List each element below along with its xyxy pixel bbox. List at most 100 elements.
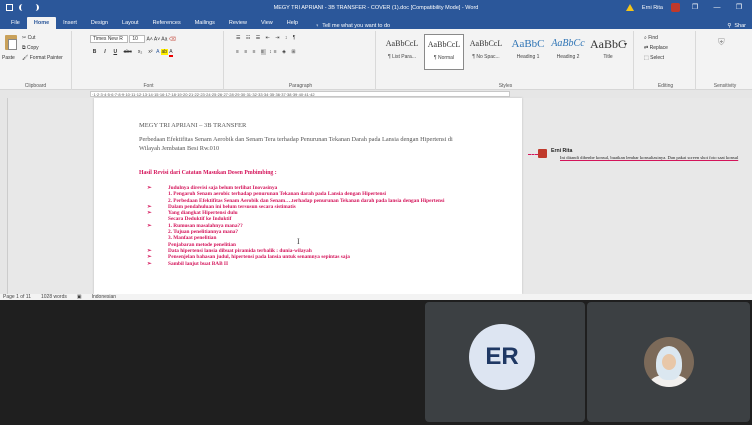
style-sample: AaBbC: [590, 37, 626, 51]
ribbon-display-button[interactable]: ❐: [688, 3, 702, 12]
tab-help[interactable]: Help: [280, 17, 305, 29]
find-label: Find: [648, 35, 658, 41]
comment-avatar: [538, 149, 547, 158]
comment-body: Ini ditandi dibenbe konsul, buatkan lemb…: [560, 155, 739, 160]
style-sample: AaBbCc: [551, 38, 585, 49]
format-painter-button[interactable]: 🖌 Format Painter: [22, 55, 63, 61]
font-group-label: Font: [143, 83, 154, 89]
tab-layout[interactable]: Layout: [115, 17, 146, 29]
style-name: ¶ Normal: [433, 55, 455, 61]
style-list-paragraph[interactable]: AaBbCcL ¶ List Para...: [382, 34, 422, 70]
shrink-font-icon[interactable]: A˅: [154, 36, 160, 42]
strikethrough-button[interactable]: abc: [121, 49, 134, 55]
tab-mailings[interactable]: Mailings: [188, 17, 222, 29]
user-avatar[interactable]: [671, 3, 680, 12]
ribbon-tabs: File Home Insert Design Layout Reference…: [0, 16, 752, 29]
participant-tile-camera[interactable]: [587, 302, 750, 422]
decrease-indent-icon[interactable]: ⇤: [266, 35, 272, 41]
style-heading-1[interactable]: AaBbC Heading 1: [508, 34, 548, 70]
clipboard-group-label: Clipboard: [24, 83, 47, 89]
align-right-icon[interactable]: ≡: [253, 49, 258, 55]
meeting-panel: ER: [0, 300, 752, 425]
revision-title: Hasil Revisi dari Catatan Masukan Dosen …: [139, 170, 277, 176]
paragraph-group: ☰ ☷ ☰ ⇤ ⇥ ↕ ¶ ≡ ≡ ≡ ≡ ↕≡ ◈ ⊞ Paragraph: [226, 31, 376, 90]
tab-references[interactable]: References: [146, 17, 188, 29]
justify-icon[interactable]: ≡: [260, 49, 266, 55]
sensitivity-group: ⛨ Sensitivity: [698, 31, 752, 90]
tab-view[interactable]: View: [254, 17, 280, 29]
change-case-icon[interactable]: Aa: [161, 36, 167, 42]
title-bar-right: Erni Rita ❐ — ❐: [625, 3, 746, 12]
text-effects-icon[interactable]: A: [156, 49, 159, 55]
tab-review[interactable]: Review: [222, 17, 254, 29]
doc-heading: MEGY TRI APRIANI – 3B TRANSFER: [139, 122, 247, 129]
warning-icon[interactable]: [625, 4, 634, 11]
styles-group-label: Styles: [498, 83, 513, 89]
doc-title: Perbedaan Efektifitas Senam Aerobik dan …: [139, 136, 453, 152]
clear-format-icon[interactable]: ⌫: [169, 36, 176, 42]
tab-design[interactable]: Design: [84, 17, 115, 29]
style-sample: AaBbCcL: [469, 39, 503, 48]
superscript-button[interactable]: x²: [146, 49, 155, 55]
multilevel-list-icon[interactable]: ☰: [256, 35, 262, 41]
paste-button[interactable]: Paste: [2, 55, 15, 61]
document-page[interactable]: MEGY TRI APRIANI – 3B TRANSFER Perbedaan…: [94, 98, 522, 294]
tab-home[interactable]: Home: [26, 17, 57, 29]
subscript-button[interactable]: x₂: [136, 49, 145, 55]
minimize-button[interactable]: —: [710, 3, 724, 12]
vertical-ruler[interactable]: [0, 98, 8, 294]
style-normal[interactable]: AaBbCcL ¶ Normal: [424, 34, 464, 70]
style-no-spacing[interactable]: AaBbCcL ¶ No Spac...: [466, 34, 506, 70]
cut-button[interactable]: ✂ Cut: [22, 35, 35, 41]
styles-more-icon[interactable]: ▾: [624, 41, 627, 48]
style-heading-2[interactable]: AaBbCc Heading 2: [548, 34, 588, 70]
replace-label: Replace: [649, 45, 668, 51]
comment-text[interactable]: Ini ditandi dibenbe konsul, buatkan lemb…: [560, 155, 748, 160]
style-name: ¶ List Para...: [388, 54, 416, 60]
sort-icon[interactable]: ↕: [285, 35, 290, 41]
font-size-select[interactable]: 10: [129, 35, 146, 43]
select-button[interactable]: ⬚ Select: [644, 55, 664, 61]
increase-indent-icon[interactable]: ⇥: [275, 35, 281, 41]
replace-button[interactable]: ⇄ Replace: [644, 45, 668, 51]
bullets-icon[interactable]: ☰: [236, 35, 242, 41]
comment-balloon[interactable]: Erni Rita Ini ditandi dibenbe konsul, bu…: [528, 146, 750, 186]
grow-font-icon[interactable]: A˄: [147, 36, 153, 42]
paste-icon[interactable]: [5, 35, 17, 50]
font-color-icon[interactable]: A: [169, 49, 173, 57]
align-left-icon[interactable]: ≡: [236, 49, 241, 55]
participant-tile-er[interactable]: ER: [425, 302, 585, 422]
numbering-icon[interactable]: ☷: [246, 35, 252, 41]
pilcrow-icon[interactable]: ¶: [293, 35, 298, 41]
sensitivity-icon[interactable]: ⛨: [718, 37, 725, 48]
sensitivity-group-label: Sensitivity: [713, 83, 737, 89]
style-sample: AaBbCcL: [427, 40, 461, 49]
tab-insert[interactable]: Insert: [56, 17, 84, 29]
tab-file[interactable]: File: [4, 17, 27, 29]
find-button[interactable]: ⌕ Find: [644, 35, 658, 41]
clipboard-group: Paste ✂ Cut ⧉ Copy 🖌 Format Painter Clip…: [0, 31, 72, 90]
line-spacing-icon[interactable]: ↕≡: [269, 49, 278, 55]
copy-label: Copy: [26, 45, 39, 51]
select-label: Select: [650, 55, 665, 61]
editing-group-label: Editing: [657, 83, 674, 89]
video-figure-face: [662, 354, 676, 370]
paragraph-group-label: Paragraph: [288, 83, 313, 89]
italic-button[interactable]: I: [100, 49, 109, 55]
borders-icon[interactable]: ⊞: [291, 49, 297, 55]
cut-label: Cut: [27, 35, 36, 41]
style-title[interactable]: AaBbC Title: [588, 34, 628, 70]
align-center-icon[interactable]: ≡: [244, 49, 249, 55]
underline-button[interactable]: U: [111, 49, 120, 55]
copy-button[interactable]: ⧉ Copy: [22, 45, 39, 51]
restore-button[interactable]: ❐: [732, 3, 746, 12]
highlight-icon[interactable]: ab: [160, 49, 169, 55]
ruler-scale[interactable]: ·1·2·3·4·5·6·7·8·9·10·11·12·13·14·15·16·…: [90, 91, 510, 97]
style-sample: AaBbCcL: [385, 39, 419, 48]
font-name-select[interactable]: Times New R: [90, 35, 128, 43]
user-name[interactable]: Erni Rita: [642, 5, 663, 11]
bold-button[interactable]: B: [90, 49, 99, 55]
shading-icon[interactable]: ◈: [282, 49, 288, 55]
horizontal-ruler[interactable]: ·1·2·3·4·5·6·7·8·9·10·11·12·13·14·15·16·…: [0, 90, 752, 98]
style-name: Title: [603, 54, 613, 60]
